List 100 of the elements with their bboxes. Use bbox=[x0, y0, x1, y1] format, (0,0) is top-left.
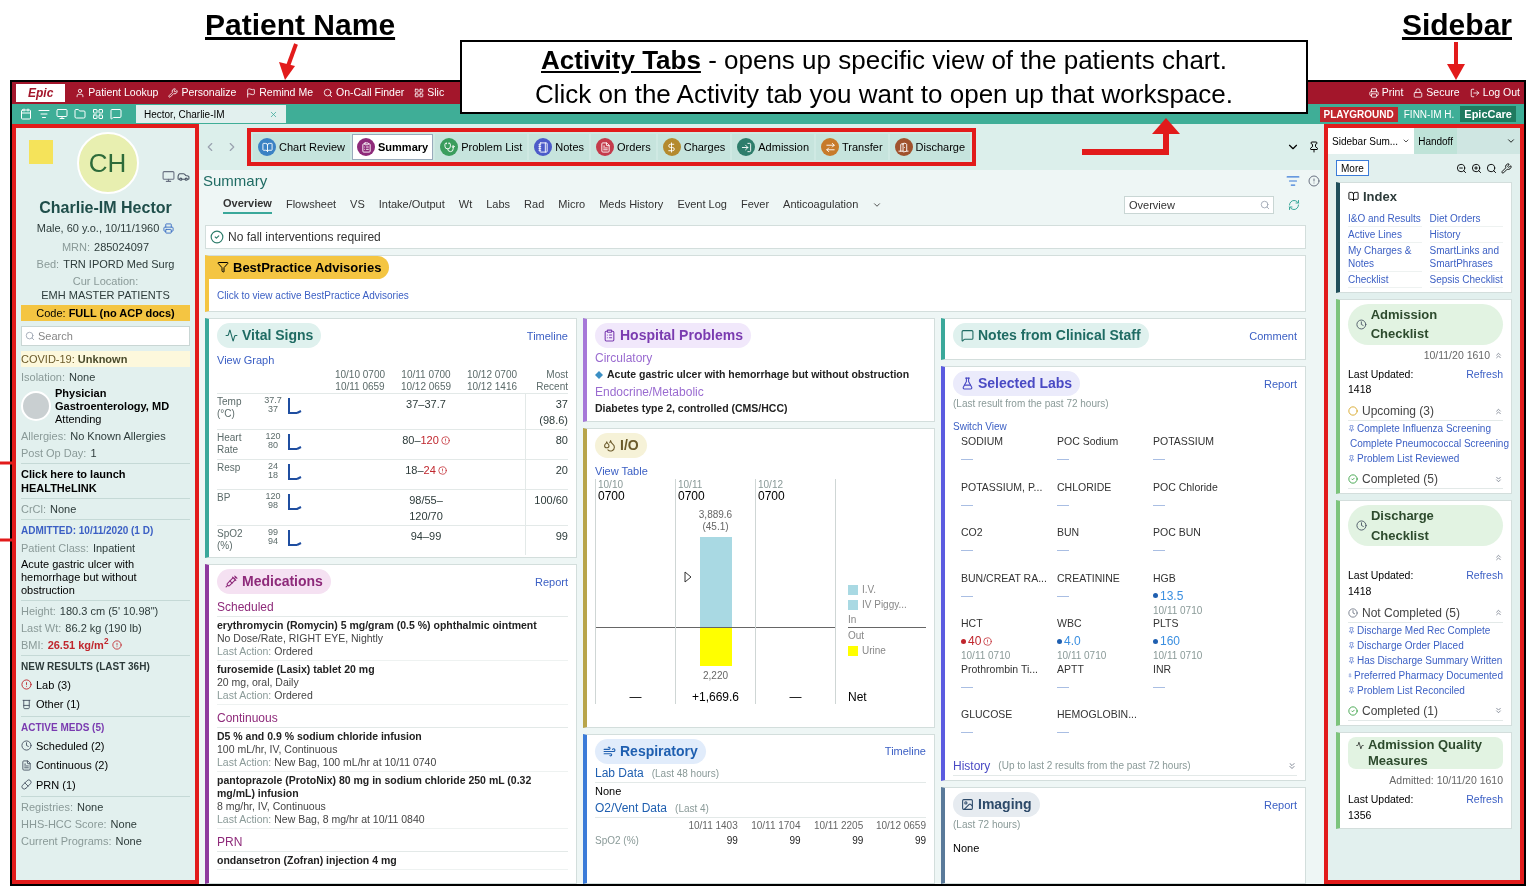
toolbar-button[interactable]: Patient Lookup bbox=[88, 85, 159, 101]
checklist-item[interactable]: Discharge Med Rec Complete bbox=[1357, 622, 1491, 638]
action-link[interactable]: Report bbox=[1263, 375, 1297, 392]
view-graph-link[interactable]: View Graph bbox=[217, 352, 568, 369]
view-tab[interactable]: Labs bbox=[486, 196, 511, 213]
results-link[interactable]: Lab (3) bbox=[36, 676, 71, 693]
view-tab[interactable]: Rad bbox=[524, 196, 545, 213]
activity-tab[interactable]: Discharge bbox=[889, 134, 971, 160]
zoom-out-icon[interactable] bbox=[1456, 162, 1467, 174]
toolbar-button[interactable]: Slic bbox=[427, 85, 445, 101]
toolbar-button[interactable]: Personalize bbox=[181, 85, 237, 101]
toolbar-icon[interactable] bbox=[75, 88, 86, 98]
refresh-link[interactable]: Refresh bbox=[1466, 568, 1503, 584]
activity-tab[interactable]: Charges bbox=[657, 134, 731, 160]
action-link[interactable]: Timeline bbox=[526, 327, 568, 344]
refresh-link[interactable]: Refresh bbox=[1466, 792, 1503, 808]
view-tab[interactable]: Fever bbox=[740, 196, 770, 213]
tab-icon bbox=[258, 138, 276, 156]
collapse-icon[interactable] bbox=[1494, 552, 1503, 562]
filter-icon[interactable] bbox=[1286, 174, 1300, 189]
activity-tab[interactable]: Admission bbox=[732, 134, 814, 160]
toolbar-icon[interactable] bbox=[1413, 88, 1424, 98]
index-link[interactable]: History bbox=[1429, 226, 1503, 243]
view-tab[interactable]: Micro bbox=[558, 196, 586, 213]
close-icon[interactable] bbox=[269, 109, 278, 119]
index-link[interactable]: SmartLinks and SmartPhrases bbox=[1429, 242, 1503, 272]
epic-menu-button[interactable]: Epic bbox=[16, 84, 66, 102]
action-link[interactable]: Comment bbox=[1249, 327, 1297, 344]
toolbar-button[interactable]: On-Call Finder bbox=[335, 85, 405, 101]
view-tab[interactable]: VS bbox=[350, 196, 365, 213]
tab-icon bbox=[737, 138, 756, 156]
activity-tab[interactable]: Orders bbox=[591, 134, 656, 160]
checklist-item[interactable]: Problem List Reconciled bbox=[1357, 682, 1465, 698]
settings-icon[interactable] bbox=[1501, 162, 1512, 174]
lab-value: — bbox=[1057, 587, 1069, 605]
view-tab[interactable]: Anticoagulation bbox=[783, 196, 859, 213]
index-link[interactable]: Diet Orders bbox=[1429, 210, 1503, 227]
collapse-icon[interactable] bbox=[1494, 351, 1503, 360]
activity-tab[interactable]: Transfer bbox=[816, 134, 888, 160]
toolbar-icon[interactable] bbox=[414, 88, 425, 98]
checklist-item[interactable]: Preferred Pharmacy Documented bbox=[1354, 667, 1503, 683]
view-tab[interactable]: Meds History bbox=[599, 196, 664, 213]
view-tab[interactable]: Intake/Output bbox=[378, 196, 445, 213]
history-link[interactable]: History bbox=[953, 756, 991, 775]
advisories-link[interactable]: Click to view active BestPractice Advisories bbox=[209, 288, 1305, 304]
sidebar-tab[interactable]: Sidebar Sum... bbox=[1328, 128, 1415, 154]
more-button[interactable]: More bbox=[1336, 160, 1369, 176]
sidebar-tab[interactable]: Handoff bbox=[1414, 128, 1457, 154]
view-tab[interactable]: Event Log bbox=[677, 196, 727, 213]
healthelink-link[interactable]: Click here to launch HEALTHeLINK bbox=[21, 466, 190, 495]
patient-tab[interactable]: Hector, Charlie-IM bbox=[136, 105, 286, 123]
expand-icon[interactable] bbox=[1494, 474, 1503, 484]
action-link[interactable]: Report bbox=[1263, 796, 1297, 813]
pin-icon[interactable] bbox=[1308, 141, 1320, 153]
index-link[interactable]: My Charges & Notes bbox=[1348, 242, 1422, 272]
checklist-item[interactable]: Complete Influenza Screening bbox=[1357, 421, 1491, 436]
index-link[interactable]: Active Lines bbox=[1348, 226, 1422, 243]
search-icon[interactable] bbox=[1486, 162, 1497, 174]
switch-view-link[interactable]: Switch View bbox=[953, 419, 1297, 435]
meds-link[interactable]: Continuous (2) bbox=[36, 757, 109, 774]
toolbar-icon[interactable] bbox=[168, 88, 179, 98]
refresh-icon[interactable] bbox=[1288, 198, 1300, 211]
collapse-icon[interactable] bbox=[1494, 608, 1503, 617]
refresh-link[interactable]: Refresh bbox=[1466, 366, 1503, 383]
checklist-item[interactable]: Has Discharge Summary Written bbox=[1357, 652, 1503, 668]
view-search-field[interactable]: Overview bbox=[1124, 195, 1274, 214]
activity-tab[interactable]: Chart Review bbox=[253, 134, 351, 160]
view-tab[interactable]: Wt bbox=[458, 196, 473, 213]
meds-link[interactable]: Scheduled (2) bbox=[36, 737, 105, 754]
meds-link[interactable]: PRN (1) bbox=[36, 776, 76, 793]
expand-icon[interactable] bbox=[1494, 706, 1503, 715]
toolbar-icon[interactable] bbox=[1368, 88, 1379, 98]
activity-tab[interactable]: Problem List bbox=[435, 134, 528, 160]
toolbar-button[interactable]: Log Out bbox=[1482, 85, 1520, 101]
action-link[interactable]: Timeline bbox=[884, 743, 926, 760]
zoom-in-icon[interactable] bbox=[1471, 162, 1482, 174]
view-tab[interactable]: Flowsheet bbox=[285, 196, 337, 213]
toolbar-button[interactable]: Secure bbox=[1426, 85, 1460, 101]
view-table-link[interactable]: View Table bbox=[595, 462, 926, 480]
checklist-item[interactable]: Complete Pneumococcal Screening bbox=[1350, 436, 1509, 451]
checklist-item[interactable]: Problem List Reviewed bbox=[1357, 451, 1460, 466]
results-link[interactable]: Other (1) bbox=[36, 696, 80, 713]
toolbar-icon[interactable] bbox=[322, 88, 333, 98]
toolbar-button[interactable]: Print bbox=[1381, 85, 1404, 101]
action-link[interactable]: Report bbox=[534, 573, 568, 590]
activity-tab[interactable]: Summary bbox=[352, 134, 434, 160]
trend-low: 94 bbox=[267, 536, 279, 546]
toolbar-icon[interactable] bbox=[246, 88, 257, 98]
toolbar-button[interactable]: Remind Me bbox=[259, 85, 313, 101]
toolbar-icon[interactable] bbox=[1469, 88, 1480, 98]
search-field[interactable]: Search bbox=[21, 325, 190, 346]
index-link[interactable]: Checklist bbox=[1348, 271, 1422, 288]
help-icon[interactable] bbox=[1308, 175, 1320, 188]
collapse-icon[interactable] bbox=[1494, 406, 1503, 416]
index-link[interactable]: Sepsis Checklist bbox=[1429, 271, 1503, 288]
activity-tab[interactable]: Notes bbox=[529, 134, 590, 160]
expand-icon[interactable] bbox=[1287, 760, 1297, 771]
index-link[interactable]: I&O and Results bbox=[1348, 210, 1422, 227]
view-tab[interactable]: Overview bbox=[223, 195, 272, 214]
checklist-item[interactable]: Discharge Order Placed bbox=[1357, 637, 1464, 653]
